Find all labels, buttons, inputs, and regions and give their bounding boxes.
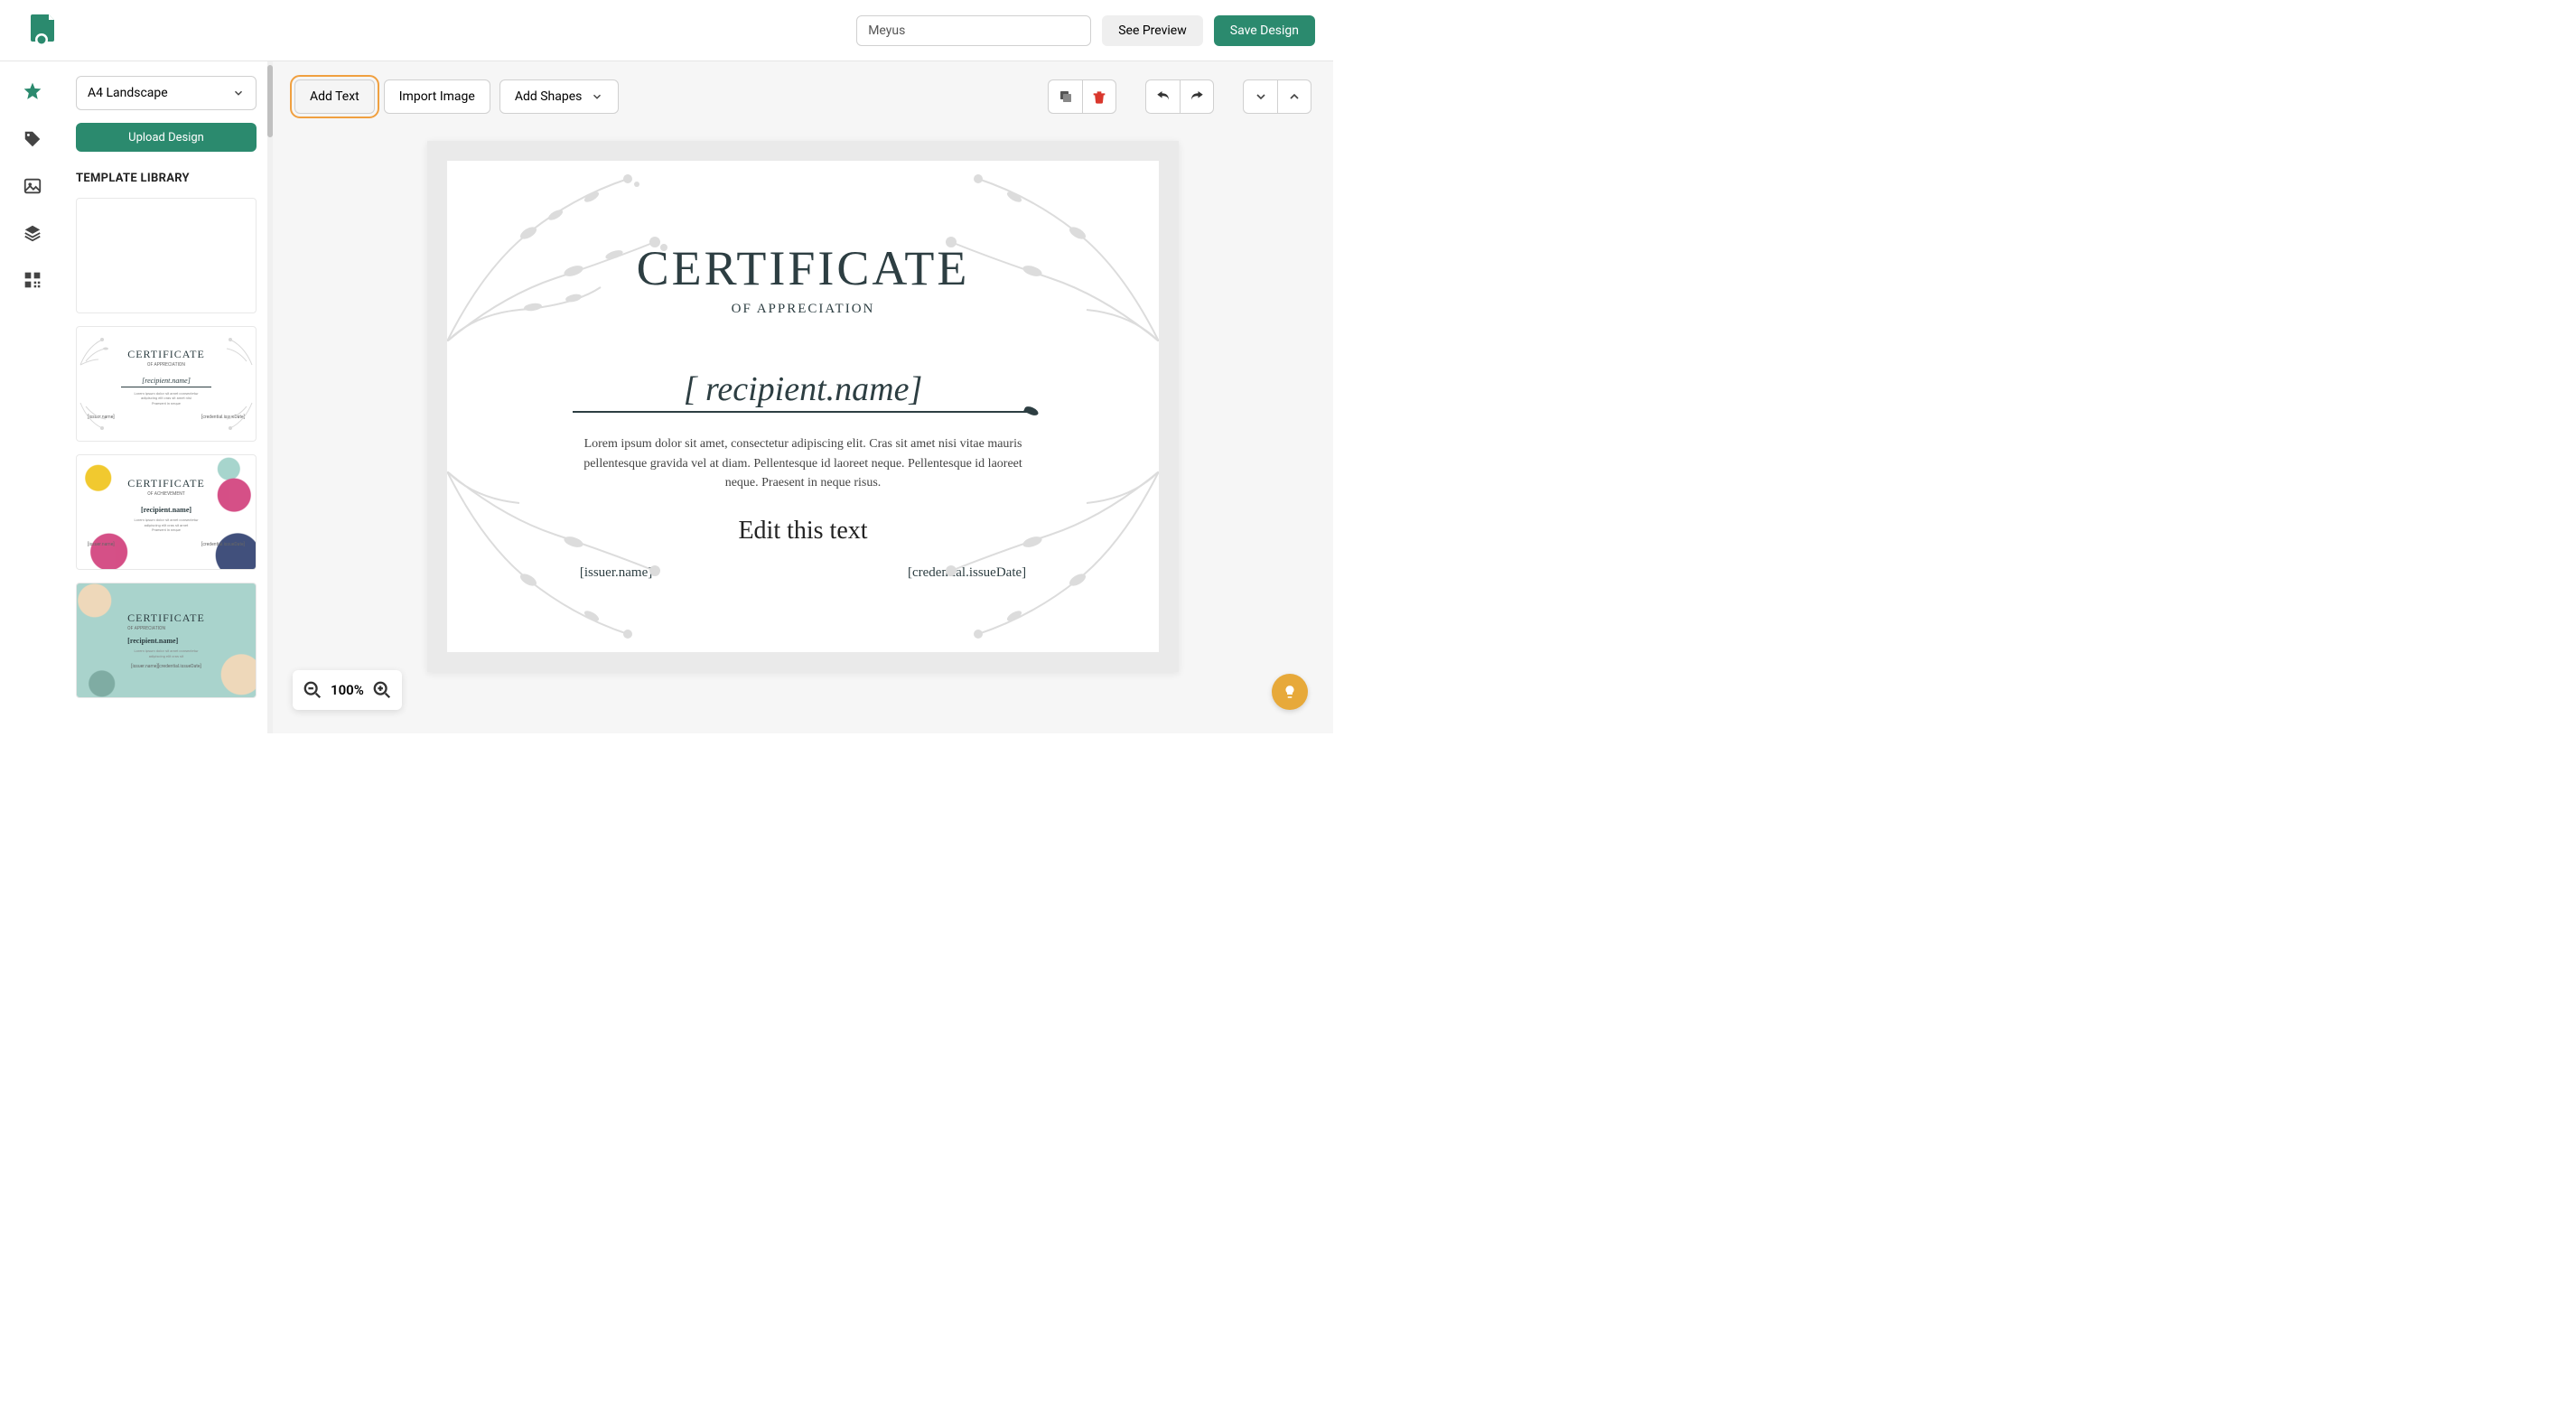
preview-button[interactable]: See Preview bbox=[1102, 15, 1203, 46]
trash-icon bbox=[1092, 89, 1106, 104]
mini-title: CERTIFICATE bbox=[127, 348, 205, 361]
mini-name: [recipient.name] bbox=[142, 377, 191, 385]
import-image-button[interactable]: Import Image bbox=[384, 79, 490, 114]
page-size-select[interactable]: A4 Landscape bbox=[76, 76, 257, 110]
template-blank[interactable] bbox=[76, 198, 257, 313]
certificate-inner: CERTIFICATE OF APPRECIATION [ recipient.… bbox=[447, 161, 1159, 652]
chevron-down-icon bbox=[591, 90, 603, 103]
template-appreciation-pastel[interactable]: CERTIFICATE OF APPRECIATION [recipient.n… bbox=[76, 583, 257, 698]
mini-body: Lorem ipsum dolor sit amet consecteturad… bbox=[134, 391, 198, 406]
chevron-down-icon bbox=[232, 87, 245, 99]
floral-ornament-icon bbox=[906, 471, 1159, 652]
editable-text-placeholder[interactable]: Edit this text bbox=[738, 517, 867, 546]
mini-name: [recipient.name] bbox=[127, 637, 205, 645]
rail-templates[interactable] bbox=[22, 81, 43, 103]
save-button[interactable]: Save Design bbox=[1214, 15, 1315, 46]
mini-body: Lorem ipsum dolor sit amet consecteturad… bbox=[134, 518, 198, 533]
certificate-body-text[interactable]: Lorem ipsum dolor sit amet, consectetur … bbox=[568, 434, 1038, 493]
zoom-in-icon bbox=[372, 680, 392, 700]
layer-up-button[interactable] bbox=[1277, 79, 1311, 114]
canvas-area: Add Text Import Image Add Shapes bbox=[273, 61, 1333, 733]
add-text-button[interactable]: Add Text bbox=[294, 79, 375, 114]
mini-title: CERTIFICATE bbox=[127, 477, 205, 490]
issue-date-field[interactable]: [credential.issueDate] bbox=[908, 565, 1026, 581]
certificate-subtitle[interactable]: OF APPRECIATION bbox=[732, 302, 875, 317]
zoom-in-button[interactable] bbox=[371, 679, 393, 701]
help-button[interactable] bbox=[1272, 674, 1308, 710]
copy-icon bbox=[1058, 89, 1074, 105]
recipient-name-field[interactable]: [ recipient.name] bbox=[684, 369, 923, 409]
lightbulb-icon bbox=[1282, 684, 1298, 700]
certificate-page[interactable]: CERTIFICATE OF APPRECIATION [ recipient.… bbox=[427, 141, 1179, 672]
certificate-title[interactable]: CERTIFICATE bbox=[637, 240, 970, 296]
design-name-input[interactable] bbox=[856, 15, 1091, 46]
mini-sub: OF APPRECIATION bbox=[127, 626, 205, 631]
undo-button[interactable] bbox=[1145, 79, 1180, 114]
size-select-label: A4 Landscape bbox=[88, 86, 168, 100]
chevron-down-icon bbox=[1254, 89, 1268, 104]
app-logo bbox=[25, 13, 61, 49]
mini-sub: OF APPRECIATION bbox=[147, 362, 185, 368]
template-achievement-abstract[interactable]: CERTIFICATE OF ACHIEVEMENT [recipient.na… bbox=[76, 454, 257, 570]
add-shapes-button[interactable]: Add Shapes bbox=[499, 79, 620, 114]
zoom-control: 100% bbox=[293, 670, 402, 710]
layer-down-button[interactable] bbox=[1243, 79, 1277, 114]
rail-qrcode[interactable] bbox=[22, 269, 43, 291]
floral-ornament-icon bbox=[447, 471, 700, 652]
recipient-underline bbox=[573, 411, 1033, 413]
canvas-toolbar: Add Text Import Image Add Shapes bbox=[273, 61, 1333, 125]
delete-button[interactable] bbox=[1082, 79, 1116, 114]
header: See Preview Save Design bbox=[0, 0, 1333, 61]
rail-layers[interactable] bbox=[22, 222, 43, 244]
zoom-out-icon bbox=[303, 680, 322, 700]
rail-images[interactable] bbox=[22, 175, 43, 197]
duplicate-button[interactable] bbox=[1048, 79, 1082, 114]
undo-icon bbox=[1155, 89, 1171, 105]
rail-tags[interactable] bbox=[22, 128, 43, 150]
upload-design-button[interactable]: Upload Design bbox=[76, 123, 257, 152]
chevron-up-icon bbox=[1287, 89, 1302, 104]
redo-icon bbox=[1189, 89, 1205, 105]
issuer-name-field[interactable]: [issuer.name] bbox=[580, 565, 652, 581]
template-panel: A4 Landscape Upload Design TEMPLATE LIBR… bbox=[65, 61, 267, 733]
zoom-value: 100% bbox=[331, 682, 364, 698]
redo-button[interactable] bbox=[1180, 79, 1214, 114]
zoom-out-button[interactable] bbox=[302, 679, 323, 701]
mini-title: CERTIFICATE bbox=[127, 611, 205, 625]
mini-body: Lorem ipsum dolor sit amet consecteturad… bbox=[127, 648, 205, 658]
nav-rail bbox=[0, 61, 65, 733]
mini-sub: OF ACHIEVEMENT bbox=[147, 491, 184, 497]
mini-name: [recipient.name] bbox=[141, 506, 191, 514]
library-heading: TEMPLATE LIBRARY bbox=[76, 172, 257, 185]
template-appreciation-floral[interactable]: CERTIFICATE OF APPRECIATION [recipient.n… bbox=[76, 326, 257, 442]
add-shapes-label: Add Shapes bbox=[515, 89, 583, 104]
